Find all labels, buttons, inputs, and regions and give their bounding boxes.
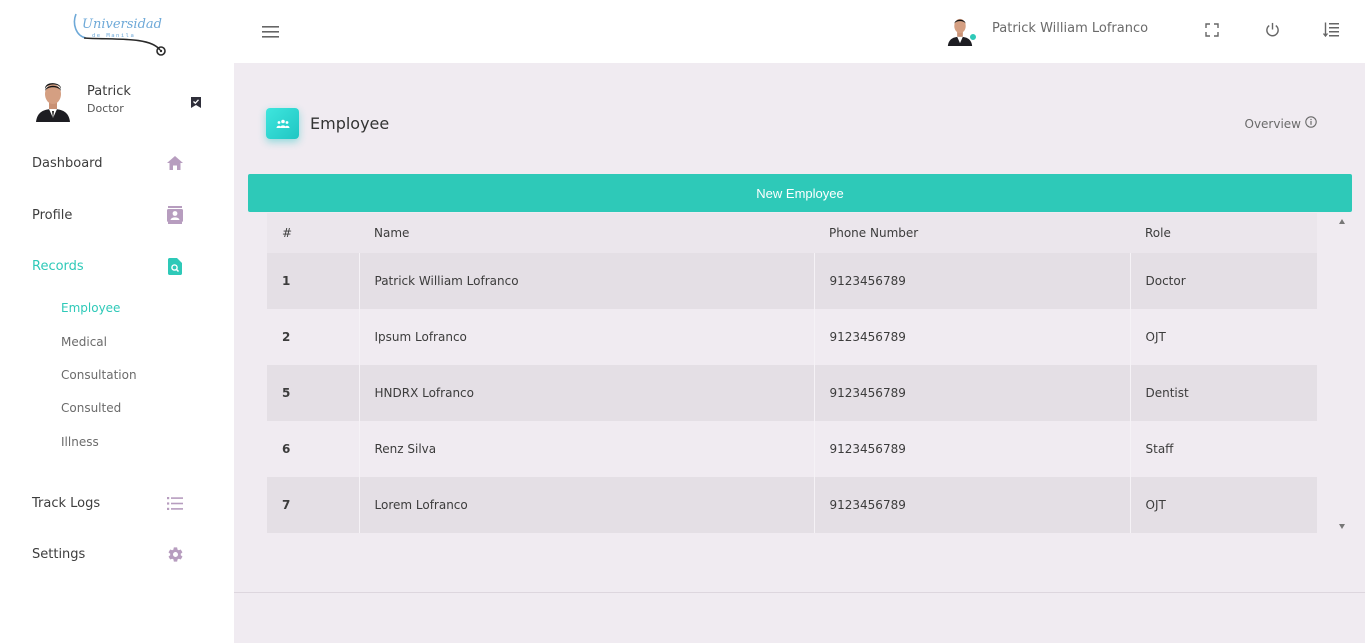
scroll-up-arrow-icon[interactable] (1339, 219, 1345, 224)
table-row[interactable]: 2 Ipsum Lofranco 9123456789 OJT (267, 309, 1317, 365)
sidebar-item-label: Records (32, 258, 84, 274)
sidebar: Universidad de Manila Patrick Doctor Das… (0, 0, 234, 643)
cell-phone: 9123456789 (814, 309, 1131, 365)
sidebar-subitem-employee[interactable]: Employee (61, 301, 120, 315)
overview-label: Overview (1244, 116, 1302, 131)
sort-list-icon[interactable] (1322, 22, 1339, 38)
column-header-role[interactable]: Role (1130, 213, 1317, 253)
sidebar-item-records[interactable]: Records (32, 254, 184, 278)
svg-text:Universidad: Universidad (82, 17, 162, 32)
sidebar-user-card: Patrick Doctor (34, 80, 214, 124)
column-header-number[interactable]: # (267, 213, 359, 253)
menu-icon[interactable] (262, 24, 280, 38)
sidebar-subitem-consultation[interactable]: Consultation (61, 368, 137, 382)
contact-card-icon (166, 206, 184, 224)
table-header-row: # Name Phone Number Role (267, 213, 1317, 253)
svg-text:de Manila: de Manila (92, 33, 135, 39)
main-content: Employee Overview New Employee # Name Ph… (234, 63, 1365, 643)
cell-role: Dentist (1130, 365, 1317, 421)
new-employee-button[interactable]: New Employee (248, 174, 1352, 212)
search-document-icon (166, 257, 184, 275)
home-icon (166, 154, 184, 172)
power-icon[interactable] (1265, 22, 1281, 38)
cell-id: 1 (267, 253, 360, 309)
sidebar-subitem-consulted[interactable]: Consulted (61, 401, 121, 415)
cell-name: HNDRX Lofranco (359, 365, 815, 421)
bookmark-check-icon[interactable] (190, 94, 202, 108)
sidebar-item-track-logs[interactable]: Track Logs (32, 491, 184, 515)
people-group-icon (266, 108, 299, 139)
list-icon (166, 494, 184, 512)
sidebar-item-settings[interactable]: Settings (32, 542, 184, 566)
page-title: Employee (310, 114, 390, 133)
cell-phone: 9123456789 (814, 477, 1131, 533)
sidebar-subitem-illness[interactable]: Illness (61, 435, 99, 449)
cell-role: OJT (1130, 477, 1317, 533)
top-bar: Patrick William Lofranco (234, 0, 1365, 63)
cell-name: Patrick William Lofranco (359, 253, 815, 309)
online-status-dot (969, 33, 977, 41)
cell-id: 2 (267, 309, 360, 365)
topbar-user-name[interactable]: Patrick William Lofranco (992, 21, 1148, 36)
cell-phone: 9123456789 (814, 365, 1131, 421)
table-row[interactable]: 5 HNDRX Lofranco 9123456789 Dentist (267, 365, 1317, 421)
sidebar-user-name: Patrick (87, 84, 131, 99)
cell-id: 7 (267, 477, 360, 533)
sidebar-user-role: Doctor (87, 102, 124, 115)
sidebar-item-profile[interactable]: Profile (32, 203, 184, 227)
cell-phone: 9123456789 (814, 421, 1131, 477)
sidebar-item-label: Profile (32, 207, 73, 223)
cell-role: OJT (1130, 309, 1317, 365)
cell-name: Lorem Lofranco (359, 477, 815, 533)
table-row[interactable]: 1 Patrick William Lofranco 9123456789 Do… (267, 253, 1317, 309)
cell-role: Staff (1130, 421, 1317, 477)
sidebar-item-label: Settings (32, 546, 86, 562)
avatar[interactable] (946, 16, 974, 46)
cell-id: 5 (267, 365, 360, 421)
cell-name: Renz Silva (359, 421, 815, 477)
table-row[interactable]: 6 Renz Silva 9123456789 Staff (267, 421, 1317, 477)
column-header-name[interactable]: Name (359, 213, 814, 253)
cell-name: Ipsum Lofranco (359, 309, 815, 365)
fullscreen-icon[interactable] (1205, 22, 1221, 38)
gear-icon (166, 545, 184, 563)
sidebar-item-label: Track Logs (32, 495, 101, 511)
table-row[interactable]: 7 Lorem Lofranco 9123456789 OJT (267, 477, 1317, 533)
overview-link[interactable]: Overview (1245, 116, 1318, 131)
column-header-phone[interactable]: Phone Number (814, 213, 1130, 253)
cell-id: 6 (267, 421, 360, 477)
employee-table: # Name Phone Number Role 1 Patrick Willi… (267, 213, 1317, 535)
cell-role: Doctor (1130, 253, 1317, 309)
avatar[interactable] (34, 80, 72, 122)
info-icon (1305, 116, 1317, 131)
sidebar-item-dashboard[interactable]: Dashboard (32, 151, 184, 175)
cell-phone: 9123456789 (814, 253, 1131, 309)
sidebar-subitem-medical[interactable]: Medical (61, 335, 107, 349)
footer-divider (234, 592, 1365, 593)
scroll-down-arrow-icon[interactable] (1339, 524, 1345, 529)
sidebar-item-label: Dashboard (32, 155, 103, 171)
brand-logo[interactable]: Universidad de Manila (70, 10, 170, 60)
